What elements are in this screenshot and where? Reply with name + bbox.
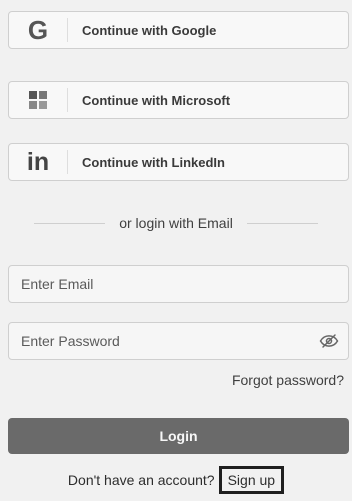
signup-link[interactable]: Sign up (218, 466, 285, 494)
forgot-password-link[interactable]: Forgot password? (232, 372, 344, 388)
signup-row: Don't have an account? Sign up (0, 466, 352, 494)
microsoft-button[interactable]: Continue with Microsoft (8, 81, 349, 119)
email-field[interactable] (9, 266, 348, 302)
signup-prompt: Don't have an account? (67, 472, 215, 488)
login-screen: G Continue with Google Continue with Mic… (0, 0, 352, 501)
microsoft-icon (9, 82, 67, 118)
eye-slash-icon[interactable] (318, 330, 340, 352)
email-divider: or login with Email (34, 215, 319, 231)
button-separator (67, 150, 68, 174)
button-separator (67, 88, 68, 112)
email-field-wrapper (8, 265, 349, 303)
google-button-label: Continue with Google (82, 22, 217, 38)
linkedin-button-label: Continue with LinkedIn (82, 154, 225, 170)
password-field[interactable] (9, 323, 348, 359)
divider-line-right (246, 222, 319, 224)
divider-text: or login with Email (119, 215, 233, 231)
divider-line-left (34, 222, 106, 224)
google-button[interactable]: G Continue with Google (8, 11, 349, 49)
linkedin-icon: in (26, 147, 50, 176)
password-field-wrapper (8, 322, 349, 360)
button-separator (67, 18, 68, 42)
login-button[interactable]: Login (8, 418, 349, 454)
google-icon: G (27, 14, 49, 45)
microsoft-button-label: Continue with Microsoft (82, 92, 231, 108)
linkedin-button[interactable]: in Continue with LinkedIn (8, 143, 349, 181)
